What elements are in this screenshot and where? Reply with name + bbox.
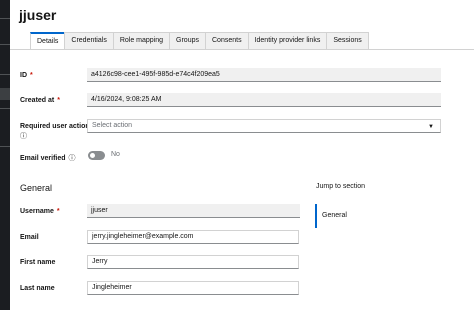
id-field[interactable]: a4126c98-cee1-495f-985d-e74c4f209ea5: [87, 68, 441, 82]
page-title: jjuser: [19, 7, 57, 23]
tab-bar: Details Credentials Role mapping Groups …: [30, 32, 369, 49]
email-label: Email: [20, 234, 39, 241]
id-label: ID *: [20, 72, 33, 79]
sidebar-divider: [0, 44, 10, 45]
help-circle-icon[interactable]: ⓘ: [20, 132, 27, 142]
id-label-text: ID: [20, 72, 27, 79]
help-circle-icon[interactable]: ⓘ: [69, 153, 76, 163]
jump-link-general[interactable]: General: [322, 212, 347, 219]
sidebar-selected-item[interactable]: [0, 88, 10, 100]
caret-down-icon: ▼: [428, 124, 434, 130]
email-verified-toggle-text: No: [111, 151, 120, 158]
sidebar-divider: [0, 146, 10, 147]
sidebar-divider: [0, 18, 10, 19]
email-verified-label-text: Email verified: [20, 155, 66, 162]
sidebar-divider: [0, 108, 10, 109]
jump-to-section-title: Jump to section: [316, 183, 366, 190]
username-label-text: Username: [20, 208, 54, 215]
tab-identity-provider-links[interactable]: Identity provider links: [247, 32, 328, 49]
section-title-general: General: [20, 183, 53, 193]
required-marker: *: [57, 97, 60, 104]
tab-consents[interactable]: Consents: [205, 32, 249, 49]
created-at-label: Created at *: [20, 97, 60, 104]
tab-role-mapping[interactable]: Role mapping: [112, 32, 171, 49]
username-field[interactable]: jjuser: [87, 204, 300, 218]
created-at-field[interactable]: 4/16/2024, 9:08:25 AM: [87, 93, 441, 107]
tab-credentials[interactable]: Credentials: [64, 32, 114, 49]
email-input[interactable]: jerry.jingleheimer@example.com: [87, 230, 299, 244]
username-label: Username *: [20, 208, 60, 215]
first-name-label: First name: [20, 259, 56, 266]
required-actions-placeholder: Select action: [92, 122, 133, 129]
tab-divider: [10, 49, 474, 50]
required-actions-select[interactable]: Select action ▼: [87, 119, 441, 133]
tab-groups[interactable]: Groups: [169, 32, 206, 49]
first-name-input[interactable]: Jerry: [87, 255, 299, 269]
toggle-knob: [90, 153, 95, 158]
tab-sessions[interactable]: Sessions: [326, 32, 369, 49]
last-name-input[interactable]: Jingleheimer: [87, 281, 299, 295]
email-verified-label: Email verified ⓘ: [20, 153, 76, 163]
sidebar-strip: [0, 0, 10, 310]
required-actions-label-text: Required user actions: [20, 123, 94, 130]
jump-active-indicator: [315, 204, 317, 228]
sidebar-divider: [0, 74, 10, 75]
created-at-label-text: Created at: [20, 97, 55, 104]
required-marker: *: [56, 208, 60, 215]
required-marker: *: [30, 72, 33, 79]
last-name-label: Last name: [20, 285, 55, 292]
tab-details[interactable]: Details: [30, 32, 66, 49]
required-actions-label: Required user actions ⓘ: [20, 122, 94, 142]
email-verified-toggle[interactable]: [88, 151, 105, 160]
